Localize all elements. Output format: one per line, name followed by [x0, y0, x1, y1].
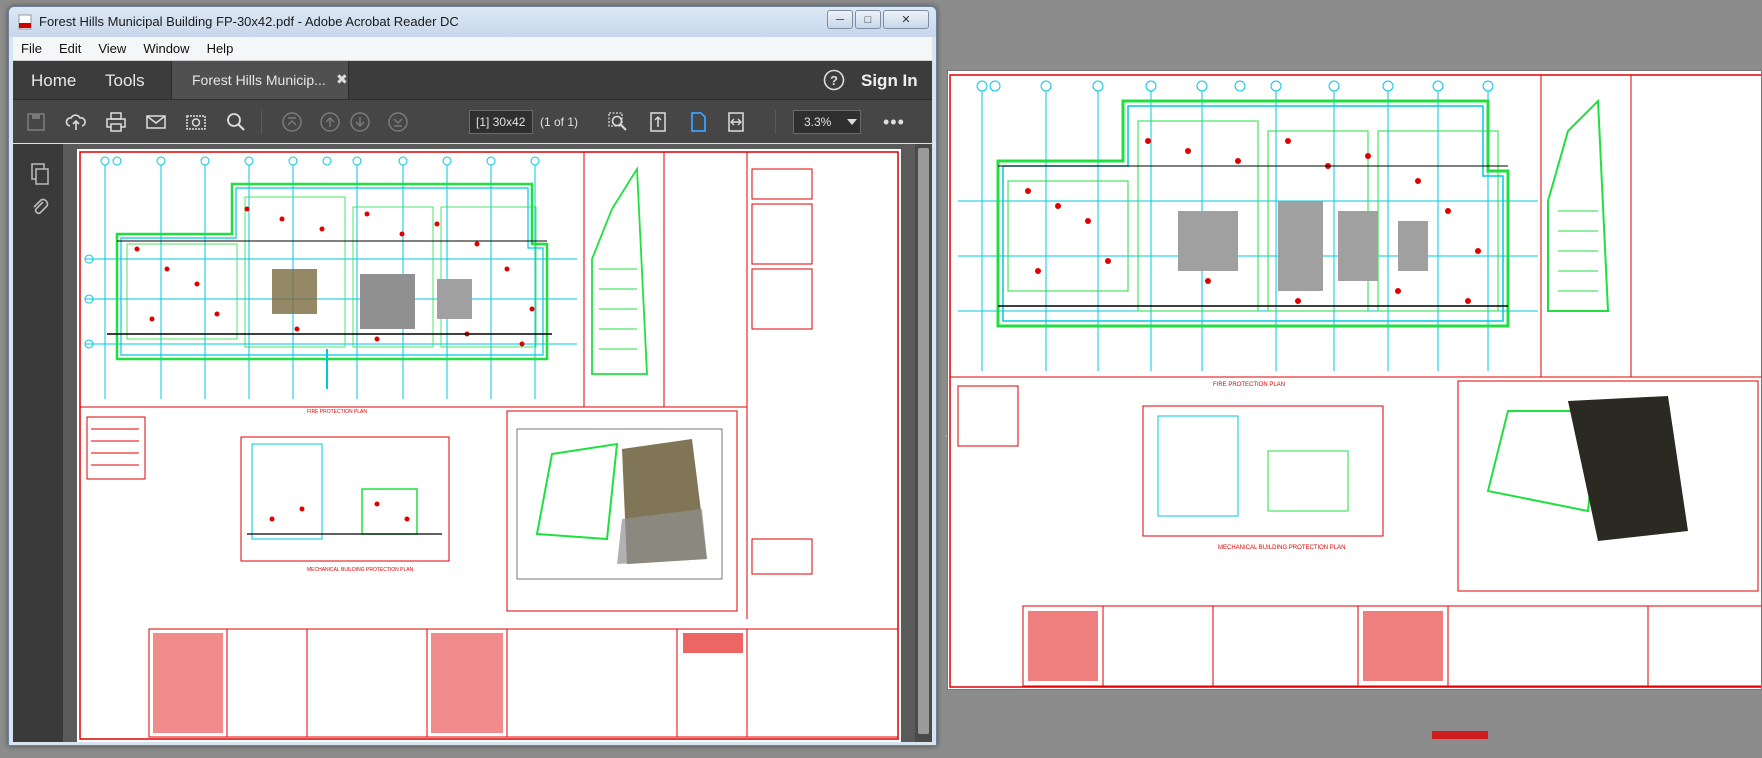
- menu-help[interactable]: Help: [199, 41, 243, 56]
- tab-tools[interactable]: Tools: [105, 71, 145, 91]
- first-page-icon[interactable]: [281, 111, 303, 133]
- cloud-upload-icon[interactable]: [65, 111, 87, 133]
- close-tab-icon[interactable]: ✖: [336, 71, 348, 88]
- tab-bar: Home Tools Forest Hills Municip... ✖ ? S…: [13, 61, 932, 99]
- svg-text:FIRE PROTECTION PLAN: FIRE PROTECTION PLAN: [307, 409, 367, 415]
- minimize-button[interactable]: ─: [827, 10, 853, 29]
- marquee-zoom-icon[interactable]: [607, 111, 629, 133]
- tab-home[interactable]: Home: [31, 71, 76, 91]
- title-bar[interactable]: Forest Hills Municipal Building FP-30x42…: [9, 7, 936, 37]
- toolbar: [1] 30x42 (1 of 1) 3.3% •••: [13, 99, 932, 143]
- toolbar-separator: [261, 110, 262, 134]
- window-title: Forest Hills Municipal Building FP-30x42…: [39, 14, 459, 29]
- toolbar-separator: [775, 110, 776, 134]
- document-tab-label: Forest Hills Municip...: [192, 72, 326, 88]
- drawing-page: FIRE PROTECTION PLAN MECHANICAL BUILDING…: [77, 149, 901, 742]
- drawing-fragment: [1432, 731, 1488, 739]
- vertical-scrollbar[interactable]: [915, 144, 932, 742]
- pages-icon[interactable]: [29, 162, 51, 186]
- attachments-icon[interactable]: [29, 196, 51, 220]
- navigation-pane: [13, 144, 70, 742]
- last-page-icon[interactable]: [387, 111, 409, 133]
- print-icon[interactable]: [105, 111, 127, 133]
- menu-view[interactable]: View: [90, 41, 135, 56]
- svg-text:?: ?: [830, 73, 838, 88]
- close-button[interactable]: ✕: [883, 10, 929, 29]
- scrolling-mode-icon[interactable]: [647, 111, 669, 133]
- chevron-down-icon[interactable]: [847, 119, 857, 125]
- acrobat-window: Forest Hills Municipal Building FP-30x42…: [8, 6, 937, 746]
- svg-text:MECHANICAL BUILDING PROTECTION: MECHANICAL BUILDING PROTECTION PLAN: [307, 567, 414, 573]
- snapshot-icon[interactable]: [185, 111, 207, 133]
- help-icon[interactable]: ?: [823, 69, 845, 91]
- more-tools-button[interactable]: •••: [883, 112, 905, 133]
- background-drawing-sheet: FIRE PROTECTION PLAN MECHANICAL BUILDING…: [947, 70, 1762, 690]
- svg-text:MECHANICAL BUILDING PROTECTION: MECHANICAL BUILDING PROTECTION PLAN: [1218, 545, 1345, 551]
- menu-file[interactable]: File: [13, 41, 51, 56]
- fit-width-icon[interactable]: [725, 111, 747, 133]
- page-count: (1 of 1): [540, 115, 579, 129]
- page-number-input[interactable]: [1] 30x42: [469, 110, 533, 134]
- menu-window[interactable]: Window: [135, 41, 198, 56]
- menu-edit[interactable]: Edit: [51, 41, 90, 56]
- single-page-icon[interactable]: [687, 111, 709, 133]
- maximize-button[interactable]: □: [855, 10, 881, 29]
- save-icon[interactable]: [25, 111, 47, 133]
- pdf-file-icon: [18, 14, 32, 30]
- menu-bar: File Edit View Window Help: [13, 37, 932, 61]
- email-icon[interactable]: [145, 111, 167, 133]
- tab-document[interactable]: Forest Hills Municip... ✖: [171, 61, 349, 99]
- previous-page-icon[interactable]: [319, 111, 341, 133]
- scrollbar-thumb[interactable]: [918, 148, 929, 734]
- search-icon[interactable]: [225, 111, 247, 133]
- svg-text:FIRE PROTECTION PLAN: FIRE PROTECTION PLAN: [1213, 382, 1285, 388]
- next-page-icon[interactable]: [349, 111, 371, 133]
- sign-in-button[interactable]: Sign In: [861, 71, 918, 91]
- document-area: FIRE PROTECTION PLAN MECHANICAL BUILDING…: [63, 144, 932, 742]
